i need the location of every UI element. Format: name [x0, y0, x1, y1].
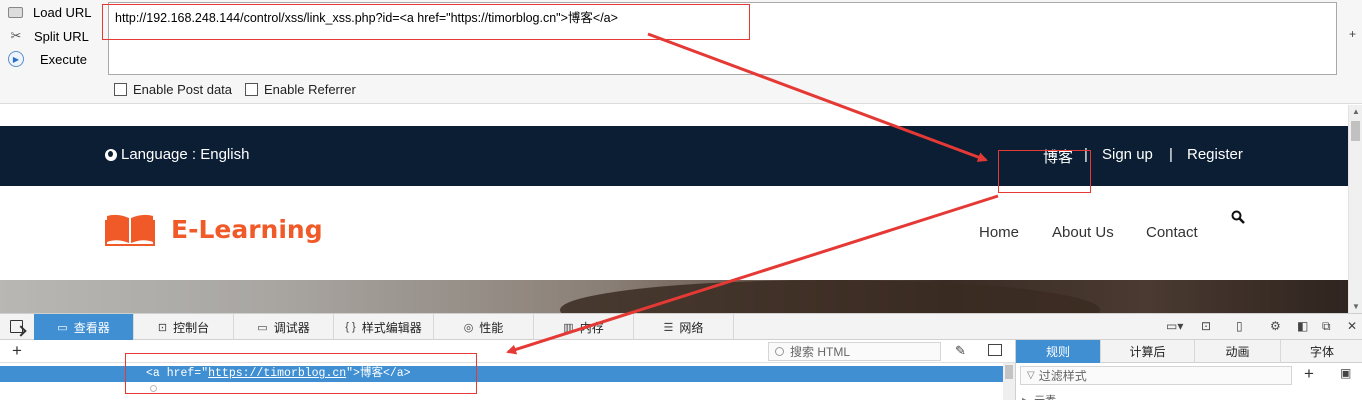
split-console-icon[interactable]: ⊡ [1201, 319, 1211, 333]
scroll-thumb[interactable] [1351, 121, 1360, 141]
annotation-node-box [125, 353, 477, 394]
separator: | [1169, 146, 1173, 163]
scissors-icon: ✂ [10, 28, 22, 43]
sign-up-link[interactable]: Sign up [1102, 146, 1153, 163]
markup-scrollbar[interactable] [1003, 363, 1015, 400]
tab-label: 网络 [679, 320, 704, 335]
filter-styles-input[interactable] [1038, 368, 1279, 383]
execute-label: Execute [40, 51, 87, 67]
network-icon: ☰ [663, 321, 674, 334]
site-logo[interactable]: E-Learning [105, 212, 323, 246]
add-rule-button[interactable]: + [1304, 364, 1314, 384]
html-search-box[interactable] [768, 342, 941, 361]
register-link[interactable]: Register [1187, 146, 1243, 163]
filter-styles-box[interactable]: ▽ [1020, 366, 1292, 385]
main-nav: E-Learning Home About Us Contact [0, 186, 1348, 280]
post-data-label: Enable Post data [133, 82, 233, 97]
tab-performance[interactable]: ◎ 性能 [434, 314, 534, 340]
tab-network[interactable]: ☰ 网络 [634, 314, 734, 340]
tab-label: 查看器 [73, 320, 110, 335]
tab-label: 样式编辑器 [361, 320, 422, 335]
device-icon[interactable]: ▯ [1236, 319, 1243, 333]
html-search-input[interactable] [790, 344, 930, 359]
language-selector[interactable]: Language : English [105, 146, 249, 163]
annotation-link-box [998, 150, 1091, 193]
nav-about-us[interactable]: About Us [1052, 224, 1114, 241]
scroll-thumb[interactable] [1005, 365, 1013, 379]
referrer-checkbox[interactable] [245, 83, 258, 96]
tab-computed[interactable]: 计算后 [1101, 340, 1195, 363]
tab-rules[interactable]: 规则 [1016, 340, 1101, 363]
split-url-button[interactable]: ✂ Split URL [8, 25, 108, 47]
dock-side-icon[interactable]: ◧ [1297, 319, 1308, 333]
post-data-checkbox[interactable] [114, 83, 127, 96]
language-label: Language : English [121, 146, 250, 163]
element-picker-icon[interactable] [10, 320, 23, 333]
load-icon [8, 6, 23, 18]
responsive-mode-icon[interactable]: ▭▾ [1166, 319, 1183, 333]
toggle-sidebar-icon[interactable] [988, 344, 1002, 356]
tab-label: 性能 [479, 320, 504, 335]
page-scrollbar[interactable]: ▲ ▼ [1348, 105, 1362, 313]
rules-panel: ▽ + ▣ ▶ 元素 [1015, 363, 1362, 400]
expand-triangle-icon: ▶ [1022, 395, 1029, 400]
tab-animations[interactable]: 动画 [1195, 340, 1281, 363]
web-page: Language : English 博客 | Sign up | Regist… [0, 105, 1348, 313]
element-label: 元素 [1034, 392, 1056, 400]
close-icon[interactable]: ✕ [1347, 319, 1357, 333]
enable-referrer-option[interactable]: Enable Referrer [245, 82, 356, 97]
debugger-icon: ▭ [257, 321, 268, 334]
undock-icon[interactable]: ⧉ [1322, 319, 1331, 334]
play-icon: ▶ [8, 51, 24, 67]
search-icon [775, 347, 784, 356]
console-icon: ⊡ [157, 321, 168, 334]
nav-contact[interactable]: Contact [1146, 224, 1198, 241]
tab-debugger[interactable]: ▭ 调试器 [234, 314, 334, 340]
sidebar-tab-bar: 规则 计算后 动画 字体 [1015, 340, 1362, 363]
eyedropper-icon[interactable]: ✎ [955, 343, 966, 359]
inspector-icon: ▭ [57, 321, 68, 334]
scroll-down-icon[interactable]: ▼ [1352, 302, 1360, 311]
referrer-label: Enable Referrer [264, 82, 356, 97]
plus-icon[interactable]: + [1349, 27, 1356, 41]
tab-console[interactable]: ⊡ 控制台 [134, 314, 234, 340]
settings-gear-icon[interactable]: ⚙ [1270, 319, 1281, 333]
load-url-label: Load URL [33, 4, 92, 20]
tab-label: 控制台 [173, 320, 210, 335]
execute-button[interactable]: ▶ Execute [8, 48, 108, 70]
logo-text: E-Learning [171, 214, 323, 244]
devtools-tab-bar: ▭ 查看器 ⊡ 控制台 ▭ 调试器 { } 样式编辑器 ◎ 性能 ▥ 内存 ☰ 网络 ▭▾ ⊡… [0, 314, 1362, 340]
globe-icon [105, 148, 117, 161]
tab-label: 调试器 [273, 320, 310, 335]
top-bar: Language : English 博客 | Sign up | Regist… [0, 126, 1348, 186]
tab-style-editor[interactable]: { } 样式编辑器 [334, 314, 434, 340]
pseudo-class-icon[interactable]: ▣ [1340, 366, 1351, 380]
tab-label: 内存 [579, 320, 604, 335]
split-url-label: Split URL [34, 28, 89, 44]
tab-memory[interactable]: ▥ 内存 [534, 314, 634, 340]
hero-image [0, 280, 1348, 313]
annotation-url-box [102, 4, 750, 40]
enable-post-data-option[interactable]: Enable Post data [114, 82, 232, 97]
search-icon[interactable] [1231, 210, 1245, 224]
braces-icon: { } [345, 321, 356, 333]
add-node-button[interactable]: + [12, 341, 22, 361]
tab-inspector[interactable]: ▭ 查看器 [34, 314, 134, 340]
book-icon [105, 214, 155, 246]
tab-fonts[interactable]: 字体 [1281, 340, 1362, 363]
memory-icon: ▥ [563, 321, 574, 334]
filter-icon: ▽ [1027, 370, 1035, 381]
scroll-up-icon[interactable]: ▲ [1352, 107, 1360, 116]
nav-home[interactable]: Home [979, 224, 1019, 241]
element-rule-row[interactable]: ▶ 元素 [1022, 392, 1056, 400]
gauge-icon: ◎ [463, 321, 474, 334]
load-url-button[interactable]: Load URL [8, 1, 108, 23]
